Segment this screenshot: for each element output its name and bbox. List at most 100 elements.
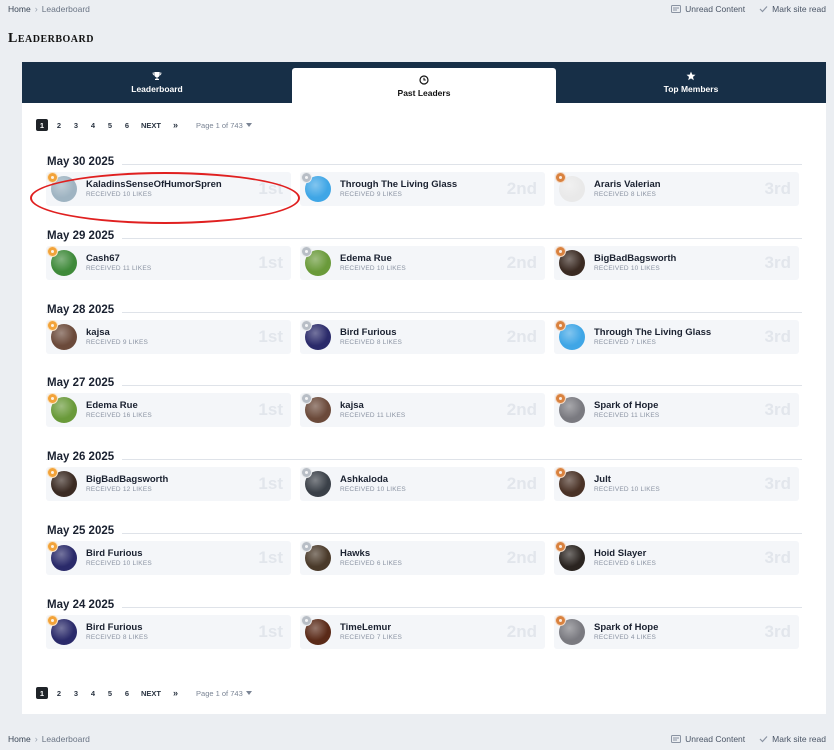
leader-card: kajsa RECEIVED 9 LIKES 1st [46,319,291,354]
day-divider [46,311,802,313]
username-link[interactable]: TimeLemur [340,622,391,633]
pagination-bottom: 1 2 3 4 5 6 NEXT » Page 1 of 743 [36,687,252,699]
username-link[interactable]: kajsa [340,400,364,411]
rank-medal-icon [47,319,58,331]
rank-label: 3rd [764,474,791,494]
rank-label: 1st [258,621,283,641]
site-actions: Unread Content Mark site read [671,734,826,744]
day-divider [46,459,802,461]
breadcrumb-home-link[interactable]: Home [8,734,31,744]
page-link-3[interactable]: 3 [70,119,82,131]
rank-label: 3rd [764,326,791,346]
leader-card: Jult RECEIVED 10 LIKES 3rd [554,467,799,502]
username-link[interactable]: Through The Living Glass [340,179,457,190]
page-link-1[interactable]: 1 [36,687,48,699]
leader-card: KaladinsSenseOfHumorSpren RECEIVED 10 LIK… [46,172,291,206]
page-link-3[interactable]: 3 [70,687,82,699]
likes-received: RECEIVED 10 LIKES [340,264,406,272]
username-link[interactable]: BigBadBagsworth [86,474,168,485]
clock-icon [419,75,429,85]
username-link[interactable]: Spark of Hope [594,400,658,411]
last-page-link[interactable]: » [173,120,178,130]
page-link-1[interactable]: 1 [36,119,48,131]
username-link[interactable]: Spark of Hope [594,622,658,633]
rank-medal-icon [301,319,312,331]
rank-label: 3rd [764,179,791,198]
username-link[interactable]: Cash67 [86,253,120,264]
likes-received: RECEIVED 10 LIKES [594,486,660,494]
day-date: May 30 2025 [47,156,123,168]
likes-received: RECEIVED 6 LIKES [594,560,657,567]
leader-card: Hawks RECEIVED 6 LIKES 2nd [300,541,545,575]
leader-card: Araris Valerian RECEIVED 8 LIKES 3rd [554,172,799,206]
username-link[interactable]: Hoid Slayer [594,548,646,559]
unread-content-link[interactable]: Unread Content [671,4,745,14]
leaderboard-panel: Leaderboard Past Leaders Top Members 1 2… [22,62,826,714]
leader-day-group: May 26 2025 BigBadBagsworth RECEIVED 12 LI… [46,450,802,502]
rank-label: 1st [258,548,283,567]
rank-label: 1st [258,400,283,420]
breadcrumb-home-link[interactable]: Home [8,4,31,14]
page-link-5[interactable]: 5 [104,687,116,699]
leader-day-group: May 25 2025 Bird Furious RECEIVED 10 LIKES… [46,524,802,575]
leader-cards: kajsa RECEIVED 9 LIKES 1st Bird Furious RECE… [46,319,802,354]
day-divider [46,533,802,534]
username-link[interactable]: Bird Furious [340,327,396,338]
page-jump-dropdown[interactable]: Page 1 of 743 [196,689,252,698]
page-jump-dropdown[interactable]: Page 1 of 743 [196,121,252,130]
page-link-6[interactable]: 6 [121,119,133,131]
tab-past-leaders[interactable]: Past Leaders [292,68,556,103]
next-page-link[interactable]: NEXT [141,121,161,130]
breadcrumb-current[interactable]: Leaderboard [42,4,90,14]
username-link[interactable]: KaladinsSenseOfHumorSpren [86,179,222,190]
username-link[interactable]: BigBadBagsworth [594,253,676,264]
username-link[interactable]: Hawks [340,548,370,559]
unread-icon [671,5,682,13]
next-page-link[interactable]: NEXT [141,689,161,698]
rank-medal-icon [47,245,58,257]
username-link[interactable]: Edema Rue [340,253,392,264]
last-page-link[interactable]: » [173,688,178,698]
leader-card: BigBadBagsworth RECEIVED 10 LIKES 3rd [554,245,799,280]
leader-card: Through The Living Glass RECEIVED 7 LIKES… [554,319,799,354]
leader-card: Through The Living Glass RECEIVED 9 LIKES… [300,172,545,206]
username-link[interactable]: Jult [594,474,611,485]
rank-medal-icon [47,541,58,552]
breadcrumb: Home › Leaderboard [8,4,90,14]
breadcrumb-current[interactable]: Leaderboard [42,734,90,744]
username-link[interactable]: Ashkaloda [340,474,388,485]
unread-content-label: Unread Content [685,734,746,744]
rank-medal-icon [555,319,566,331]
page-link-5[interactable]: 5 [104,119,116,131]
tab-leaderboard[interactable]: Leaderboard [22,62,292,103]
username-link[interactable]: Through The Living Glass [594,327,711,338]
leader-card: kajsa RECEIVED 11 LIKES 2nd [300,393,545,428]
page-link-2[interactable]: 2 [53,687,65,699]
username-link[interactable]: kajsa [86,327,110,338]
check-icon [759,736,768,743]
username-link[interactable]: Araris Valerian [594,179,661,190]
tab-top-members[interactable]: Top Members [556,62,826,103]
page-link-4[interactable]: 4 [87,687,99,699]
rank-medal-icon [301,541,312,552]
likes-received: RECEIVED 11 LIKES [340,412,406,420]
leader-cards: Edema Rue RECEIVED 16 LIKES 1st kajsa RECEIV… [46,393,802,428]
day-header: May 24 2025 [46,598,802,614]
mark-site-read-link[interactable]: Mark site read [759,734,826,744]
likes-received: RECEIVED 9 LIKES [86,338,149,346]
unread-content-link[interactable]: Unread Content [671,734,745,744]
page-title: Leaderboard [8,31,94,46]
page-link-2[interactable]: 2 [53,119,65,131]
username-link[interactable]: Bird Furious [86,548,142,559]
mark-site-read-link[interactable]: Mark site read [759,4,826,14]
rank-medal-icon [555,245,566,257]
username-link[interactable]: Bird Furious [86,622,142,633]
leader-day-group: May 27 2025 Edema Rue RECEIVED 16 LIKES 1st… [46,376,802,428]
day-header: May 29 2025 [46,229,802,245]
leader-day-group: May 30 2025 KaladinsSenseOfHumorSpren RECE… [46,155,802,206]
tab-top-members-label: Top Members [663,84,719,94]
username-link[interactable]: Edema Rue [86,400,138,411]
page-link-4[interactable]: 4 [87,119,99,131]
leader-card: Bird Furious RECEIVED 8 LIKES 1st [46,614,291,649]
page-link-6[interactable]: 6 [121,687,133,699]
